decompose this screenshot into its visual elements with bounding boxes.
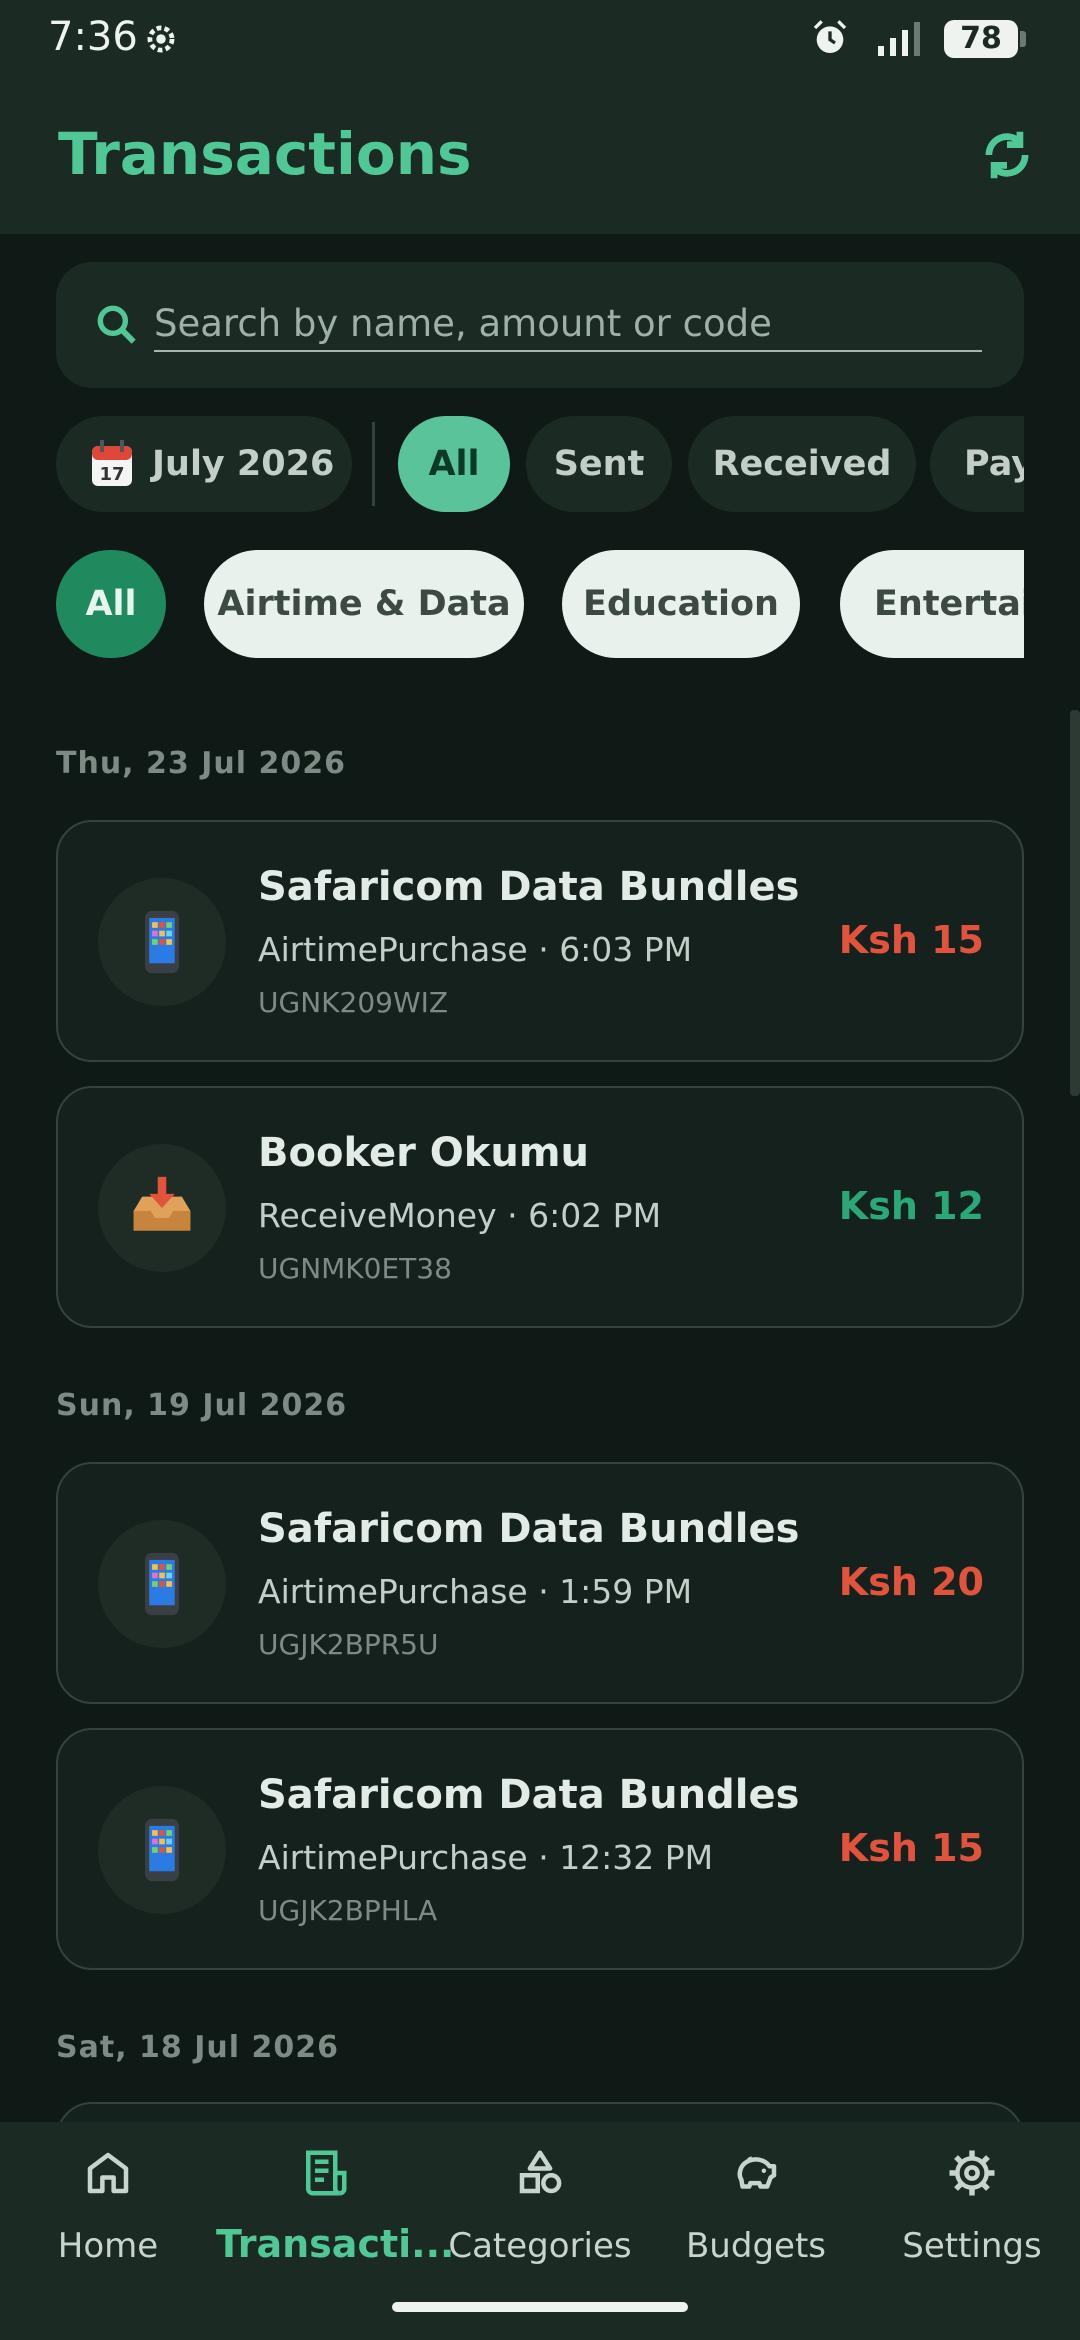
category-chip-entertainment[interactable]: Entertain: [840, 550, 1024, 658]
nav-item-home[interactable]: Home: [0, 2146, 216, 2296]
svg-text:17: 17: [99, 464, 124, 485]
transaction-avatar: [98, 1520, 226, 1648]
status-bar: 7:36 78: [0, 0, 1080, 80]
sync-icon[interactable]: [976, 124, 1038, 186]
search-icon: [97, 305, 136, 344]
type-filter-row: 17 July 2026 All Sent Received Pay: [56, 416, 1024, 514]
transaction-title: Safaricom Data Bundles: [258, 1772, 800, 1818]
nav-label-categories: Categories: [448, 2226, 632, 2266]
nav-label-settings: Settings: [902, 2226, 1042, 2266]
calendar-icon: 17: [92, 440, 132, 486]
nav-item-settings[interactable]: Settings: [864, 2146, 1080, 2296]
month-picker-button[interactable]: 17 July 2026: [56, 416, 352, 512]
receipt-icon: [306, 2150, 347, 2196]
filter-chip-received[interactable]: Received: [688, 416, 916, 512]
alarm-icon: [813, 20, 847, 53]
mobile-phone-icon: [145, 1818, 179, 1882]
settings-status-icon: [147, 25, 175, 53]
chip-divider: [372, 422, 375, 506]
filter-chip-all[interactable]: All: [398, 416, 510, 512]
gear-icon: [949, 2150, 995, 2196]
transaction-code: UGNK209WIZ: [258, 986, 449, 1019]
filter-chip-sent[interactable]: Sent: [526, 416, 672, 512]
nav-item-transactions[interactable]: Transacti...: [216, 2146, 455, 2296]
nav-item-budgets[interactable]: Budgets: [648, 2146, 864, 2296]
transaction-subtitle: AirtimePurchase · 1:59 PM: [258, 1572, 693, 1611]
date-header: Sat, 18 Jul 2026: [56, 2030, 339, 2065]
app-bar: Transactions: [0, 80, 1080, 234]
home-icon: [87, 2152, 129, 2194]
nav-item-categories[interactable]: Categories: [432, 2146, 648, 2296]
month-label: July 2026: [152, 444, 335, 484]
transaction-subtitle: AirtimePurchase · 12:32 PM: [258, 1838, 714, 1877]
nav-label-home: Home: [57, 2226, 159, 2266]
transaction-card[interactable]: Safaricom Data Bundles AirtimePurchase ·…: [56, 1728, 1024, 1970]
transaction-code: UGJK2BPR5U: [258, 1628, 439, 1661]
transaction-title: Safaricom Data Bundles: [258, 864, 800, 910]
page-title: Transactions: [58, 120, 472, 188]
battery-indicator: 78: [944, 20, 1026, 58]
transaction-code: UGJK2BPHLA: [258, 1894, 438, 1927]
transaction-subtitle: AirtimePurchase · 6:03 PM: [258, 930, 693, 969]
search-input[interactable]: [154, 296, 982, 352]
search-box: [56, 262, 1024, 388]
mobile-phone-icon: [145, 910, 179, 974]
transaction-code: UGNMK0ET38: [258, 1252, 452, 1285]
home-indicator[interactable]: [392, 2302, 688, 2312]
transaction-avatar: [98, 1786, 226, 1914]
transaction-amount: Ksh 12: [838, 1184, 984, 1228]
filter-chip-pay[interactable]: Pay: [930, 416, 1024, 512]
status-time: 7:36: [48, 14, 138, 60]
transaction-amount: Ksh 15: [838, 918, 984, 962]
scrollbar[interactable]: [1070, 710, 1080, 1096]
nav-label-transactions: Transacti...: [216, 2222, 455, 2266]
transaction-avatar: [98, 1144, 226, 1272]
inbox-tray-icon: [133, 1176, 191, 1231]
category-chip-education[interactable]: Education: [562, 550, 800, 658]
category-chip-airtime-data[interactable]: Airtime & Data: [204, 550, 524, 658]
signal-icon: [878, 22, 920, 56]
categories-icon: [519, 2150, 562, 2194]
category-filter-row: All Airtime & Data Education Entertain: [56, 550, 1024, 660]
transaction-title: Safaricom Data Bundles: [258, 1506, 800, 1552]
transaction-avatar: [98, 878, 226, 1006]
piggy-bank-icon: [737, 2156, 777, 2189]
category-chip-all[interactable]: All: [56, 550, 166, 658]
transaction-card[interactable]: Safaricom Data Bundles AirtimePurchase ·…: [56, 1462, 1024, 1704]
date-header: Thu, 23 Jul 2026: [56, 746, 346, 781]
transaction-card[interactable]: Booker Okumu ReceiveMoney · 6:02 PM UGNM…: [56, 1086, 1024, 1328]
transaction-amount: Ksh 15: [838, 1826, 984, 1870]
transaction-title: Booker Okumu: [258, 1130, 589, 1176]
mobile-phone-icon: [145, 1552, 179, 1616]
nav-label-budgets: Budgets: [685, 2226, 826, 2266]
date-header: Sun, 19 Jul 2026: [56, 1388, 348, 1423]
transaction-amount: Ksh 20: [838, 1560, 984, 1604]
transaction-card[interactable]: Safaricom Data Bundles AirtimePurchase ·…: [56, 820, 1024, 1062]
transaction-subtitle: ReceiveMoney · 6:02 PM: [258, 1196, 662, 1235]
